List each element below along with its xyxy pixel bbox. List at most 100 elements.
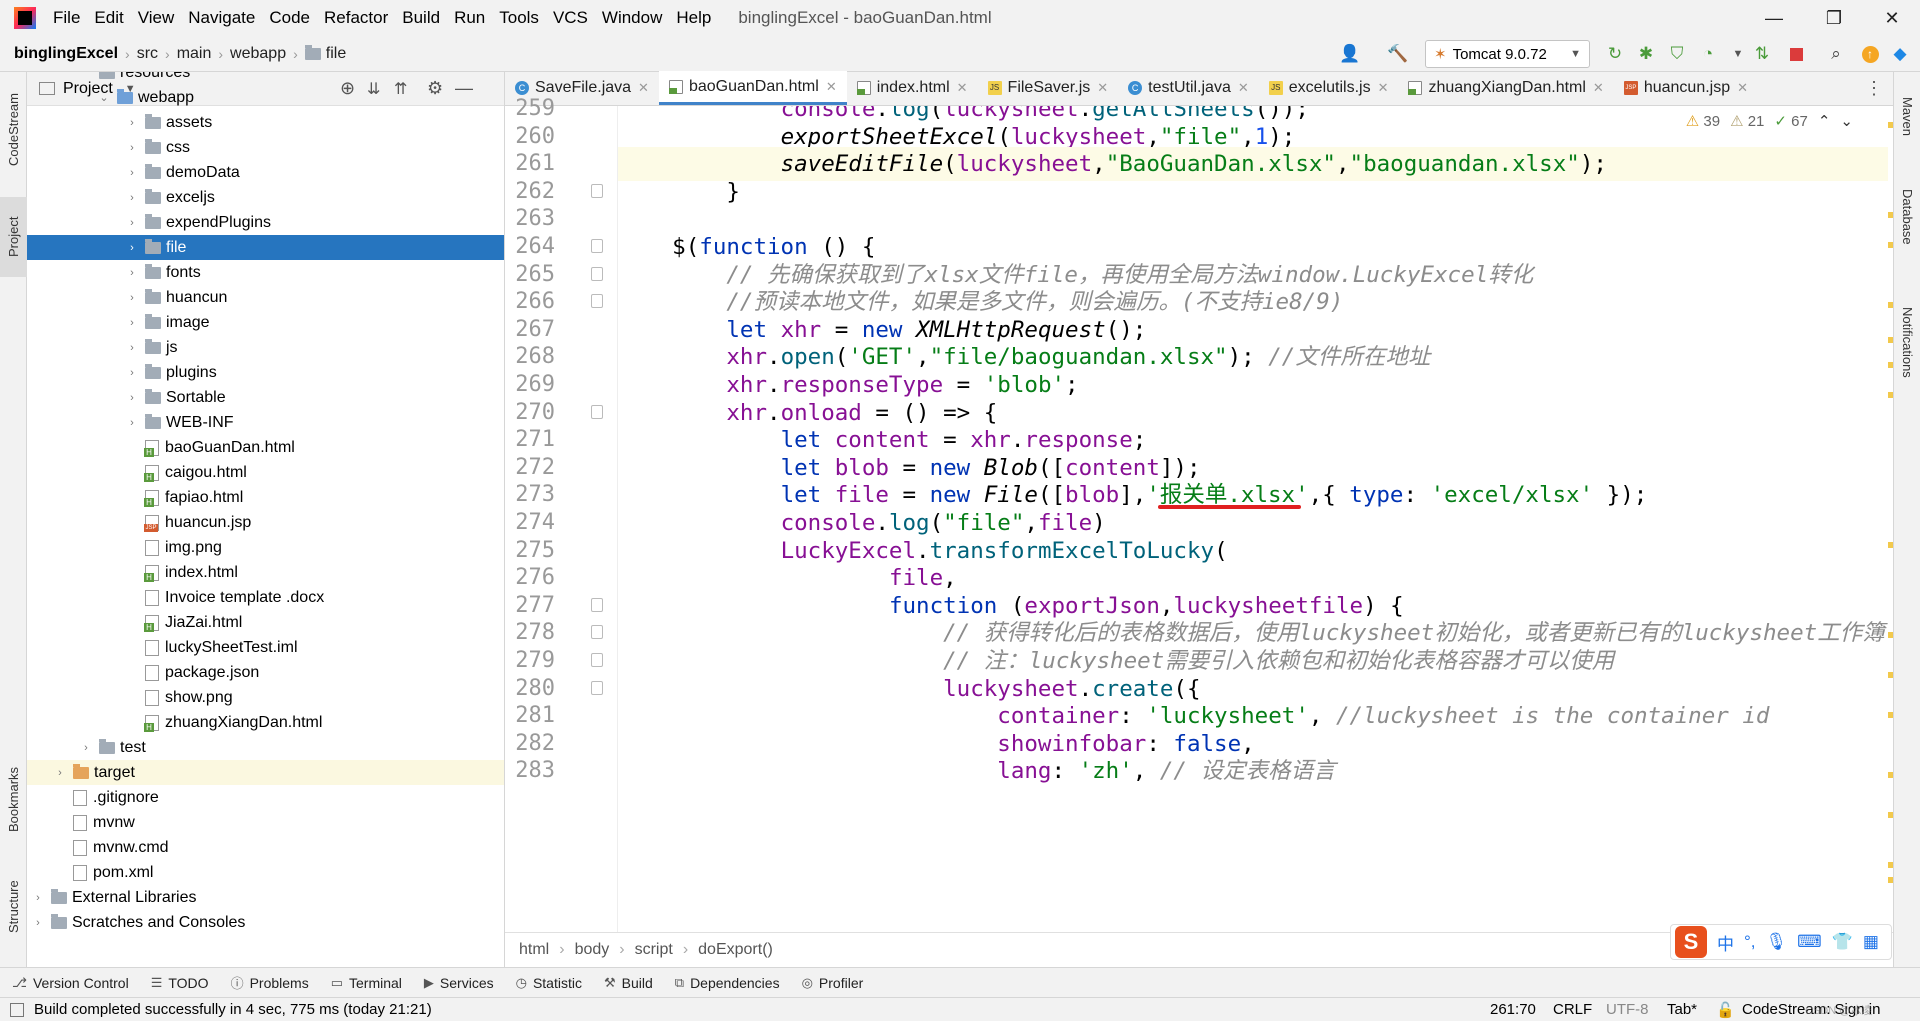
tab-excelutils-js[interactable]: JS excelutils.js ✕	[1259, 71, 1399, 105]
tab-baoguandan-html[interactable]: baoGuanDan.html ✕	[658, 71, 847, 105]
chevron-right-icon[interactable]: ›	[31, 917, 45, 929]
tool-statistic[interactable]: ◷ Statistic	[504, 975, 592, 991]
ime-language[interactable]: 中	[1717, 930, 1734, 955]
tab-huancun-jsp[interactable]: JSP huancun.jsp ✕	[1614, 71, 1758, 105]
close-tab-icon[interactable]: ✕	[957, 80, 968, 96]
chevron-right-icon[interactable]: ›	[31, 892, 45, 904]
fold-marker-icon[interactable]	[591, 239, 603, 253]
chevron-right-icon[interactable]: ›	[79, 742, 93, 754]
minimize-icon[interactable]: —	[1746, 0, 1802, 36]
tree-item[interactable]: img.png	[27, 535, 504, 560]
menu-file[interactable]: File	[46, 8, 87, 28]
tree-item[interactable]: › demoData	[27, 160, 504, 185]
tree-item[interactable]: show.png	[27, 685, 504, 710]
skin-icon[interactable]: 👕	[1832, 932, 1853, 952]
menu-run[interactable]: Run	[447, 8, 492, 28]
status-toggle-icon[interactable]	[10, 1002, 24, 1017]
tree-item[interactable]: › fonts	[27, 260, 504, 285]
structure-tab[interactable]: Structure	[0, 862, 27, 952]
tree-item[interactable]: huancun.jsp	[27, 510, 504, 535]
breadcrumb-html[interactable]: html	[519, 941, 549, 959]
tree-item[interactable]: fapiao.html	[27, 485, 504, 510]
stop-icon[interactable]	[1786, 44, 1806, 64]
coverage-icon[interactable]: ⛉	[1667, 44, 1687, 64]
more-tabs-icon[interactable]: ⋮	[1865, 78, 1883, 99]
chevron-right-icon[interactable]: ›	[125, 142, 139, 154]
menu-window[interactable]: Window	[595, 8, 669, 28]
maven-tab[interactable]: Maven	[1894, 82, 1920, 152]
tree-item[interactable]: › Scratches and Consoles	[27, 910, 504, 935]
tree-item[interactable]: › exceljs	[27, 185, 504, 210]
chevron-right-icon[interactable]: ›	[125, 267, 139, 279]
crumb-src[interactable]: src	[137, 45, 158, 63]
tree-item[interactable]: baoGuanDan.html	[27, 435, 504, 460]
tree-item[interactable]: › target	[27, 760, 504, 785]
chevron-right-icon[interactable]: ›	[125, 192, 139, 204]
tool-profiler[interactable]: ◎ Profiler	[790, 975, 874, 991]
rerun-icon[interactable]: ↻	[1605, 44, 1625, 64]
tool-todo[interactable]: ☰ TODO	[139, 975, 219, 991]
close-tab-icon[interactable]: ✕	[1378, 80, 1389, 96]
tree-item[interactable]: mvnw.cmd	[27, 835, 504, 860]
tool-version-control[interactable]: ⎇ Version Control	[0, 975, 139, 991]
breadcrumb-body[interactable]: body	[575, 941, 610, 959]
fold-marker-icon[interactable]	[591, 294, 603, 309]
fold-marker-icon[interactable]	[591, 653, 603, 667]
tree-item[interactable]: › css	[27, 135, 504, 160]
fold-marker-icon[interactable]	[591, 680, 603, 695]
tree-item[interactable]: › file	[27, 235, 504, 260]
user-icon[interactable]: 👤	[1339, 44, 1360, 64]
apps-grid-icon[interactable]: ▦	[1863, 932, 1879, 952]
chevron-right-icon[interactable]: ›	[125, 117, 139, 129]
debug-icon[interactable]: ✱	[1636, 44, 1656, 64]
breadcrumb-script[interactable]: script	[635, 941, 673, 959]
tool-dependencies[interactable]: ⧉ Dependencies	[663, 975, 790, 991]
caret-position[interactable]: 261:70	[1490, 1001, 1536, 1018]
crumb-file[interactable]: file	[326, 45, 346, 63]
chevron-right-icon[interactable]: ›	[125, 217, 139, 229]
chevron-right-icon[interactable]: ›	[125, 392, 139, 404]
tree-item[interactable]: › assets	[27, 110, 504, 135]
tree-item[interactable]: ⌄ webapp	[27, 85, 504, 110]
tree-item[interactable]: pom.xml	[27, 860, 504, 885]
tree-item[interactable]: › js	[27, 335, 504, 360]
tree-item[interactable]: › External Libraries	[27, 885, 504, 910]
microphone-icon[interactable]: 🎙	[1766, 932, 1788, 952]
close-tab-icon[interactable]: ✕	[638, 80, 649, 96]
lock-icon[interactable]: 🔓	[1716, 1001, 1735, 1019]
close-tab-icon[interactable]: ✕	[1238, 80, 1249, 96]
more-run-chevron-icon[interactable]: ▼	[1728, 44, 1748, 64]
menu-edit[interactable]: Edit	[87, 8, 130, 28]
chevron-right-icon[interactable]: ›	[125, 342, 139, 354]
tree-item[interactable]: mvnw	[27, 810, 504, 835]
close-tab-icon[interactable]: ✕	[1593, 80, 1604, 96]
typo-count[interactable]: ✓ 67	[1774, 112, 1807, 130]
fold-marker-icon[interactable]	[591, 597, 603, 612]
close-tab-icon[interactable]: ✕	[1097, 80, 1108, 96]
jetbrains-toolbox-icon[interactable]: ◆	[1890, 44, 1910, 64]
menu-build[interactable]: Build	[395, 8, 447, 28]
file-encoding[interactable]: UTF-8	[1606, 1001, 1649, 1018]
crumb-main[interactable]: main	[177, 45, 212, 63]
chevron-right-icon[interactable]: ›	[53, 767, 67, 779]
menu-refactor[interactable]: Refactor	[317, 8, 395, 28]
inspection-widget[interactable]: ⚠ 39 ⚠ 21 ✓ 67 ⌃ ⌄	[1685, 112, 1853, 130]
indent-setting[interactable]: Tab*	[1667, 1001, 1697, 1018]
tab-filesaver-js[interactable]: JS FileSaver.js ✕	[978, 71, 1119, 105]
codestream-tab[interactable]: CodeStream	[0, 82, 27, 177]
close-tab-icon[interactable]: ✕	[826, 79, 837, 95]
profile-icon[interactable]: ◔	[1698, 44, 1718, 64]
warning-count[interactable]: ⚠ 39	[1686, 112, 1720, 130]
tree-item[interactable]: Invoice template .docx	[27, 585, 504, 610]
menu-navigate[interactable]: Navigate	[181, 8, 262, 28]
chevron-down-icon[interactable]: ⌄	[97, 91, 111, 104]
tool-terminal[interactable]: ▭ Terminal	[319, 975, 412, 991]
tree-item[interactable]: › expendPlugins	[27, 210, 504, 235]
tree-item[interactable]: luckySheetTest.iml	[27, 635, 504, 660]
fold-marker-icon[interactable]	[591, 183, 603, 198]
chevron-right-icon[interactable]: ›	[125, 242, 139, 254]
tab-testutil-java[interactable]: CtestUtil.java ✕	[1118, 71, 1259, 105]
tree-item[interactable]: package.json	[27, 660, 504, 685]
notifications-tab[interactable]: Notifications	[1894, 282, 1920, 402]
bookmarks-tab[interactable]: Bookmarks	[0, 752, 27, 847]
